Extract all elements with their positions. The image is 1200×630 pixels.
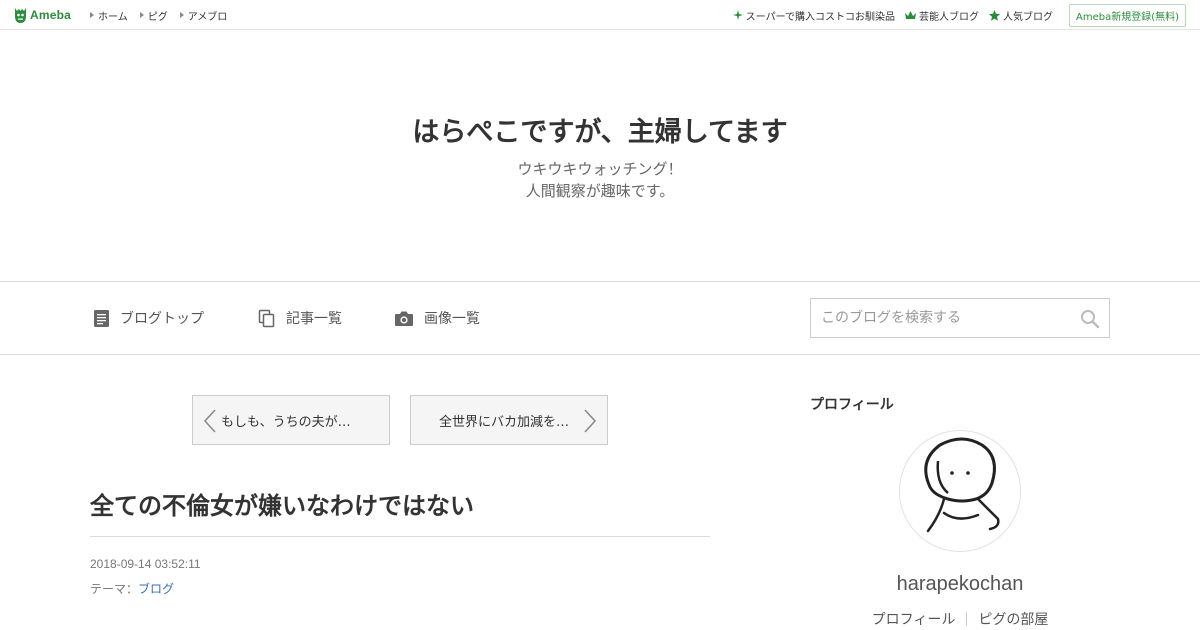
global-nav: ホーム ピグ アメブロ xyxy=(90,0,239,30)
chevron-left-icon xyxy=(203,409,216,433)
nav-image-list-label: 画像一覧 xyxy=(424,311,480,327)
pigg-room-link[interactable]: ピグの部屋 xyxy=(967,609,1059,629)
divider xyxy=(90,536,710,537)
profile-username[interactable]: harapekochan xyxy=(810,573,1110,596)
global-header: Ameba ホーム ピグ アメブロ スーパーで購入コストコお馴染品 芸能人ブログ… xyxy=(0,0,1200,30)
header-right-links: スーパーで購入コストコお馴染品 芸能人ブログ 人気ブログ Ameba新規登録(無… xyxy=(723,0,1186,30)
next-article-label: 全世界にバカ加減を… xyxy=(439,414,570,430)
promo-link[interactable]: スーパーで購入コストコお馴染品 xyxy=(732,8,895,23)
register-button[interactable]: Ameba新規登録(無料) xyxy=(1068,3,1186,27)
star-icon xyxy=(988,9,1000,21)
promo-link-label: スーパーで購入コストコお馴染品 xyxy=(745,11,895,23)
global-nav-label: アメブロ xyxy=(187,11,228,23)
global-nav-pigg[interactable]: ピグ xyxy=(139,8,168,23)
article-date: 2018-09-14 03:52:11 xyxy=(90,557,201,571)
blog-description-line: 人間観察が趣味です。 xyxy=(525,182,675,200)
nav-article-list[interactable]: 記事一覧 xyxy=(258,282,342,354)
sparkle-icon xyxy=(732,10,743,20)
ameba-logo-text: Ameba xyxy=(30,8,72,22)
blog-description: ウキウキウォッチング！ 人間観察が趣味です。 xyxy=(0,158,1200,202)
global-nav-label: ホーム xyxy=(98,11,128,23)
popular-blog-link[interactable]: 人気ブログ xyxy=(988,8,1053,23)
profile-links: プロフィール ピグの部屋 xyxy=(810,609,1110,629)
nav-blog-top-label: ブログトップ xyxy=(120,311,204,327)
ameba-logo-icon xyxy=(13,6,28,24)
popular-blog-label: 人気ブログ xyxy=(1002,11,1053,23)
prev-article-button[interactable]: もしも、うちの夫が… xyxy=(192,395,390,445)
nav-blog-top[interactable]: ブログトップ xyxy=(93,282,204,354)
triangle-right-icon xyxy=(179,12,184,18)
crown-icon xyxy=(904,10,916,19)
global-nav-home[interactable]: ホーム xyxy=(90,8,128,23)
triangle-right-icon xyxy=(139,12,144,18)
next-article-button[interactable]: 全世界にバカ加減を… xyxy=(410,395,608,445)
blog-nav: ブログトップ 記事一覧 画像一覧 xyxy=(0,281,1200,355)
global-nav-ameblo[interactable]: アメブロ xyxy=(179,8,228,23)
blog-title[interactable]: はらぺこですが、主婦してます xyxy=(0,110,1200,149)
theme-link[interactable]: ブログ xyxy=(138,582,174,596)
blog-description-line: ウキウキウォッチング！ xyxy=(517,160,683,178)
avatar[interactable] xyxy=(899,430,1021,552)
article-title[interactable]: 全ての不倫女が嫌いなわけではない xyxy=(90,486,474,521)
ameba-logo[interactable]: Ameba xyxy=(13,6,71,24)
document-icon xyxy=(94,309,109,327)
chevron-right-icon xyxy=(584,409,597,433)
search-icon[interactable] xyxy=(1079,308,1101,330)
nav-image-list[interactable]: 画像一覧 xyxy=(394,282,480,354)
search-input[interactable] xyxy=(811,299,1071,337)
global-nav-label: ピグ xyxy=(147,11,168,23)
sidebar-heading: プロフィール xyxy=(810,397,894,413)
blog-search xyxy=(810,298,1110,338)
prev-article-label: もしも、うちの夫が… xyxy=(221,414,351,430)
copy-icon xyxy=(258,309,275,327)
celebrity-blog-label: 芸能人ブログ xyxy=(918,11,979,23)
celebrity-blog-link[interactable]: 芸能人ブログ xyxy=(904,8,979,23)
theme-prefix: テーマ： xyxy=(90,582,139,596)
profile-link[interactable]: プロフィール xyxy=(861,609,967,629)
nav-article-list-label: 記事一覧 xyxy=(286,311,342,327)
triangle-right-icon xyxy=(90,12,94,18)
camera-icon xyxy=(395,311,413,326)
article-theme: テーマ：ブログ xyxy=(90,580,174,597)
